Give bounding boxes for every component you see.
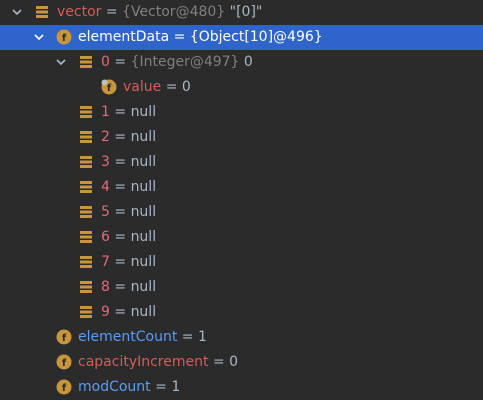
field-icon: f <box>56 379 72 395</box>
tree-row-vector[interactable]: vector = {Vector@480} "[0]" <box>0 0 483 25</box>
tree-row-element-1[interactable]: 1 = null <box>0 100 483 125</box>
equals-sign: = <box>109 129 131 145</box>
element-index: 1 <box>101 104 110 120</box>
element-index: 6 <box>101 229 110 245</box>
variable-value: 0 <box>239 54 253 70</box>
tree-row-element-8[interactable]: 8 = null <box>0 275 483 300</box>
variable-value: null <box>130 279 157 295</box>
tree-row-element-4[interactable]: 4 = null <box>0 175 483 200</box>
tree-row-element-3[interactable]: 3 = null <box>0 150 483 175</box>
equals-sign: = <box>109 304 131 320</box>
variable-value: null <box>130 104 157 120</box>
array-element-icon <box>78 154 94 170</box>
variable-value: 1 <box>171 379 181 395</box>
tree-row-element-7[interactable]: 7 = null <box>0 250 483 275</box>
equals-sign: = <box>109 54 131 70</box>
element-index: 8 <box>101 279 110 295</box>
equals-sign: = <box>169 29 190 45</box>
equals-sign: = <box>109 179 131 195</box>
chevron-down-icon[interactable] <box>34 32 44 42</box>
element-index: 0 <box>101 54 110 70</box>
element-index: 4 <box>101 179 110 195</box>
svg-text:f: f <box>107 83 112 94</box>
svg-text:f: f <box>62 33 67 44</box>
element-index: 2 <box>101 129 110 145</box>
variable-value: null <box>130 304 157 320</box>
element-index: 3 <box>101 154 110 170</box>
element-index: 7 <box>101 254 110 270</box>
tree-row-element-6[interactable]: 6 = null <box>0 225 483 250</box>
chevron-down-icon[interactable] <box>12 7 22 17</box>
variable-value: 1 <box>197 329 207 345</box>
equals-sign: = <box>101 4 123 20</box>
variable-value: null <box>130 154 157 170</box>
element-index: 9 <box>101 304 110 320</box>
variable-value: null <box>130 254 157 270</box>
element-index: 5 <box>101 204 110 220</box>
equals-sign: = <box>109 104 131 120</box>
variable-value: 0 <box>229 354 239 370</box>
svg-text:f: f <box>62 358 67 369</box>
tree-row-element-0[interactable]: 0 = {Integer@497} 0 <box>0 50 483 75</box>
final-field-icon: f <box>101 79 117 95</box>
tree-row-element-9[interactable]: 9 = null <box>0 300 483 325</box>
variable-value: 0 <box>181 79 191 95</box>
variable-value: null <box>130 129 157 145</box>
equals-sign: = <box>109 279 131 295</box>
array-element-icon <box>78 279 94 295</box>
array-element-icon <box>78 304 94 320</box>
local-variable-icon <box>34 4 50 20</box>
tree-row-capacityincrement[interactable]: f capacityIncrement = 0 <box>0 350 483 375</box>
object-reference: {Vector@480} <box>122 4 226 20</box>
variable-value: null <box>130 229 157 245</box>
tree-row-elementcount[interactable]: f elementCount = 1 <box>0 325 483 350</box>
tree-row-value[interactable]: f value = 0 <box>0 75 483 100</box>
variable-value: {Object[10]@496} <box>189 29 323 45</box>
field-icon: f <box>56 329 72 345</box>
tree-row-element-2[interactable]: 2 = null <box>0 125 483 150</box>
variable-name: elementData <box>78 29 170 45</box>
chevron-down-icon[interactable] <box>56 57 66 67</box>
variable-name: elementCount <box>78 329 178 345</box>
variable-name: vector <box>57 4 102 20</box>
equals-sign: = <box>177 329 198 345</box>
equals-sign: = <box>109 204 131 220</box>
equals-sign: = <box>208 354 230 370</box>
array-element-icon <box>78 129 94 145</box>
variable-name: capacityIncrement <box>78 354 209 370</box>
equals-sign: = <box>161 79 182 95</box>
tree-row-elementdata[interactable]: f elementData = {Object[10]@496} <box>0 25 483 50</box>
equals-sign: = <box>109 154 131 170</box>
variable-name: value <box>123 79 162 95</box>
array-element-icon <box>78 104 94 120</box>
svg-text:f: f <box>62 383 67 394</box>
tree-row-element-5[interactable]: 5 = null <box>0 200 483 225</box>
variable-name: modCount <box>78 379 151 395</box>
variables-tree: vector = {Vector@480} "[0]" f elementDat… <box>0 0 483 400</box>
field-icon: f <box>56 29 72 45</box>
svg-text:f: f <box>62 333 67 344</box>
equals-sign: = <box>109 229 131 245</box>
variable-value: null <box>130 179 157 195</box>
equals-sign: = <box>150 379 172 395</box>
array-element-icon <box>78 254 94 270</box>
object-reference: {Integer@497} <box>130 54 240 70</box>
array-element-icon <box>78 179 94 195</box>
array-element-icon <box>78 54 94 70</box>
field-icon: f <box>56 354 72 370</box>
variable-value: null <box>130 204 157 220</box>
array-element-icon <box>78 204 94 220</box>
variable-value: "[0]" <box>225 4 263 20</box>
array-element-icon <box>78 229 94 245</box>
tree-row-modcount[interactable]: f modCount = 1 <box>0 375 483 400</box>
equals-sign: = <box>109 254 131 270</box>
